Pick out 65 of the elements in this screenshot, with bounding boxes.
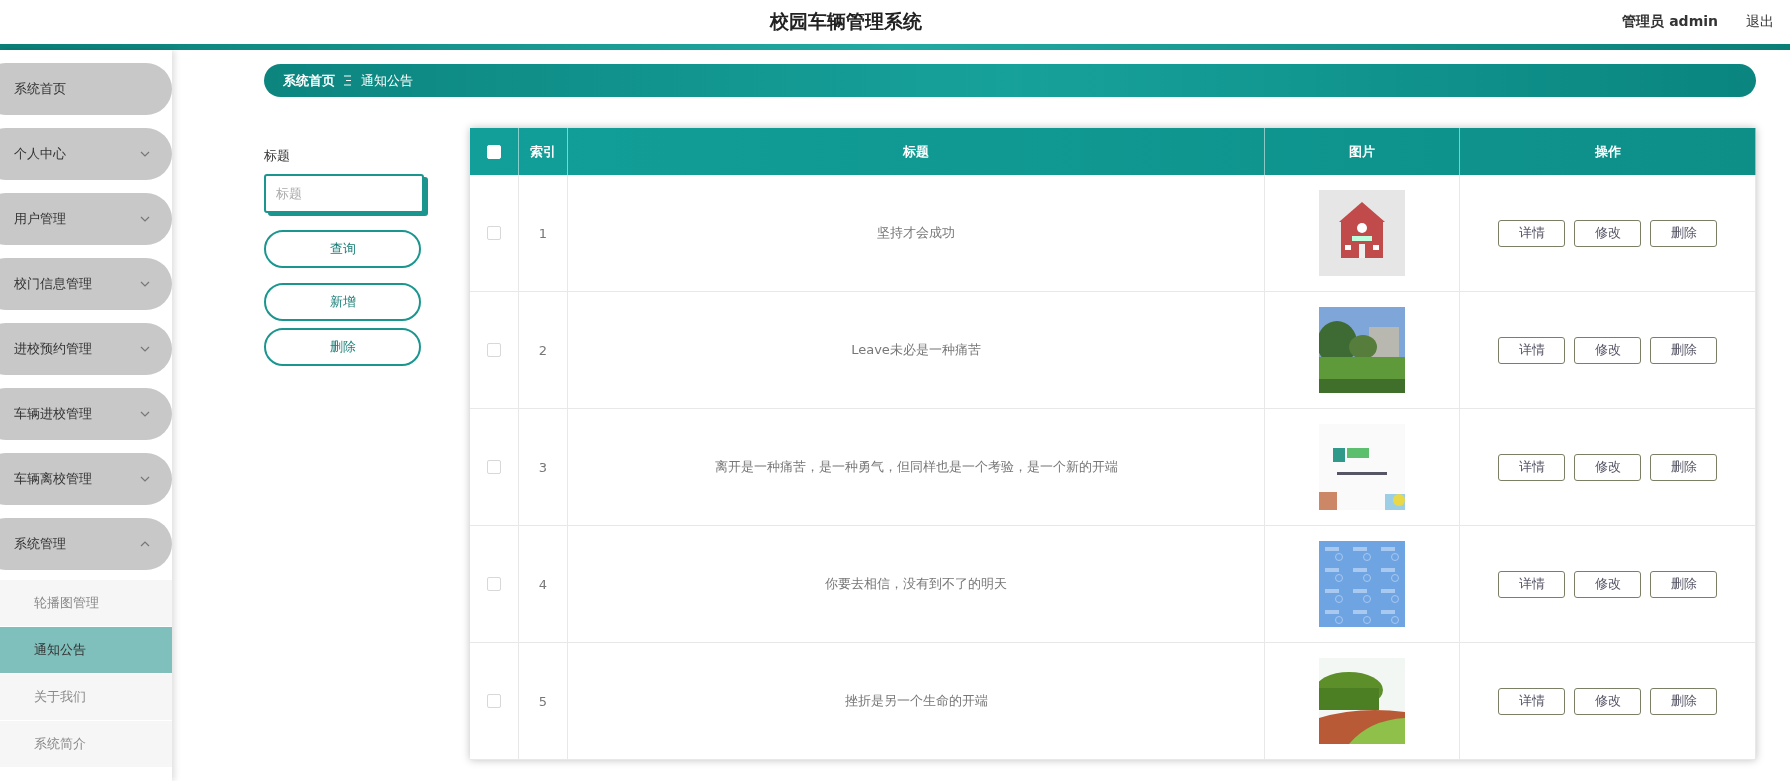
sidebar-item[interactable]: 个人中心: [0, 128, 172, 180]
delete-button[interactable]: 删除: [1650, 687, 1717, 715]
row-checkbox[interactable]: [487, 694, 501, 708]
index-cell: 2: [519, 292, 568, 408]
details-button[interactable]: 详情: [1498, 336, 1565, 364]
breadcrumb-link[interactable]: 通知公告: [361, 71, 413, 90]
details-button[interactable]: 详情: [1498, 687, 1565, 715]
separator-icon: [344, 75, 352, 86]
details-button[interactable]: 详情: [1498, 570, 1565, 598]
title-cell: Leave未必是一种痛苦: [568, 292, 1265, 408]
app-title: 校园车辆管理系统: [768, 9, 924, 34]
logout-link[interactable]: 退出: [1746, 13, 1774, 31]
submenu-item[interactable]: 轮播图管理: [0, 580, 172, 626]
sidebar-item[interactable]: 车辆离校管理: [0, 453, 172, 505]
title-cell: 坚持才会成功: [568, 175, 1265, 291]
chevron-down-icon: [140, 216, 150, 222]
sidebar-item[interactable]: 系统管理: [0, 518, 172, 570]
breadcrumb-link[interactable]: 系统首页: [283, 71, 335, 90]
submenu-item[interactable]: 通知公告: [0, 627, 172, 673]
row-checkbox[interactable]: [487, 226, 501, 240]
title-header: 标题: [568, 128, 1265, 175]
index-cell: 1: [519, 175, 568, 291]
index-cell: 5: [519, 643, 568, 759]
chevron-down-icon: [140, 346, 150, 352]
delete-button[interactable]: 删除: [1650, 453, 1717, 481]
sidebar-item[interactable]: 进校预约管理: [0, 323, 172, 375]
edit-button[interactable]: 修改: [1574, 687, 1641, 715]
chevron-down-icon: [140, 151, 150, 157]
title-cell: 挫折是另一个生命的开端: [568, 643, 1265, 759]
title-cell: 你要去相信，没有到不了的明天: [568, 526, 1265, 642]
delete-button[interactable]: 删除: [264, 328, 421, 366]
field-label: 标题: [264, 147, 291, 165]
index-cell: 3: [519, 409, 568, 525]
submenu-item[interactable]: 系统简介: [0, 721, 172, 767]
chevron-down-icon: [140, 476, 150, 482]
sidebar-item[interactable]: 用户管理: [0, 193, 172, 245]
title-search-field[interactable]: 标题: [264, 174, 424, 213]
edit-button[interactable]: 修改: [1574, 570, 1641, 598]
sidebar-item[interactable]: 校门信息管理: [0, 258, 172, 310]
search-button[interactable]: 查询: [264, 230, 421, 268]
edit-button[interactable]: 修改: [1574, 453, 1641, 481]
actions-header: 操作: [1460, 128, 1756, 175]
add-button[interactable]: 新增: [264, 283, 421, 321]
user-label: 管理员 admin: [1622, 13, 1718, 31]
row-checkbox[interactable]: [487, 460, 501, 474]
delete-button[interactable]: 删除: [1650, 570, 1717, 598]
title-cell: 离开是一种痛苦，是一种勇气，但同样也是一个考验，是一个新的开端: [568, 409, 1265, 525]
delete-button[interactable]: 删除: [1650, 336, 1717, 364]
edit-button[interactable]: 修改: [1574, 336, 1641, 364]
index-header: 索引: [519, 128, 568, 175]
details-button[interactable]: 详情: [1498, 453, 1565, 481]
edit-button[interactable]: 修改: [1574, 219, 1641, 247]
picture-header: 图片: [1265, 128, 1460, 175]
chevron-down-icon: [140, 281, 150, 287]
sidebar-item[interactable]: 系统首页: [0, 63, 172, 115]
chevron-down-icon: [140, 411, 150, 417]
details-button[interactable]: 详情: [1498, 219, 1565, 247]
sidebar-item[interactable]: 车辆进校管理: [0, 388, 172, 440]
chevron-up-icon: [140, 541, 150, 547]
select-all-checkbox[interactable]: [487, 144, 501, 159]
row-checkbox[interactable]: [487, 343, 501, 357]
submenu-item[interactable]: 关于我们: [0, 674, 172, 720]
row-checkbox[interactable]: [487, 577, 501, 591]
delete-button[interactable]: 删除: [1650, 219, 1717, 247]
index-cell: 4: [519, 526, 568, 642]
